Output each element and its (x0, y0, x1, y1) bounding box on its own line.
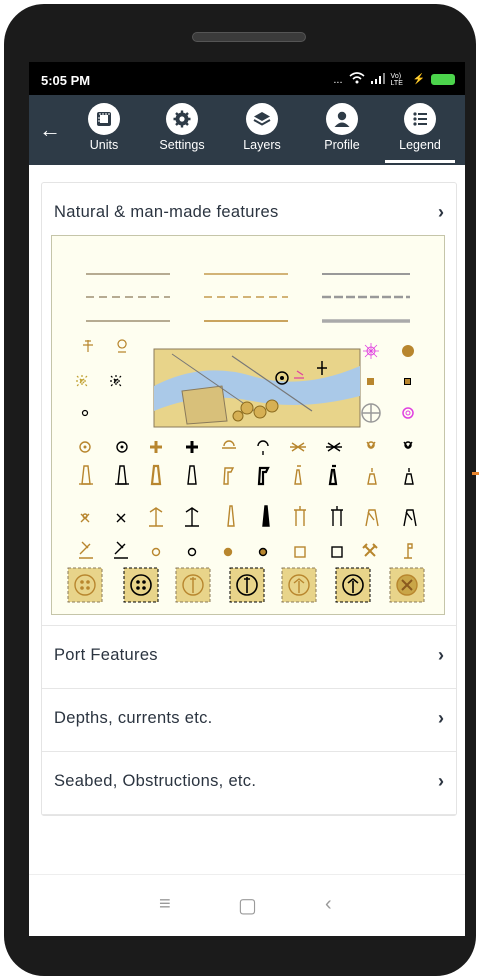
section-natural-features[interactable]: Natural & man-made features › (42, 183, 456, 235)
ruler-icon (88, 103, 120, 135)
edge-marker (472, 472, 479, 475)
natural-features-legend-image (51, 235, 445, 615)
toolbar-units-label: Units (89, 138, 119, 152)
section-label: Seabed, Obstructions, etc. (54, 772, 257, 790)
person-icon (326, 103, 358, 135)
section-label: Natural & man-made features (54, 203, 279, 221)
lte-badge: Vo) LTE (390, 72, 403, 87)
status-icons: ... Vo) LTE ⚡ (333, 72, 455, 87)
wifi-icon (349, 72, 365, 87)
legend-card: Natural & man-made features › Port Featu… (41, 182, 457, 816)
phone-frame: 5:05 PM ... Vo) LTE ⚡ ← Units Settings L… (4, 4, 476, 976)
menu-icon[interactable]: ≡ (159, 893, 171, 916)
chevron-right-icon: › (438, 202, 444, 222)
line-samples (86, 273, 410, 323)
toolbar-layers[interactable]: Layers (227, 103, 297, 152)
toolbar-settings-label: Settings (159, 138, 205, 152)
section-label: Port Features (54, 646, 158, 664)
charging-icon: ⚡ (412, 74, 425, 85)
arrow-left-icon[interactable]: ← (39, 117, 61, 143)
gear-icon (166, 103, 198, 135)
home-icon[interactable]: ▢ (238, 893, 257, 918)
toolbar-layers-label: Layers (243, 138, 281, 152)
chevron-right-icon: › (438, 708, 444, 728)
battery-icon (431, 74, 455, 85)
android-nav-bar: ≡ ▢ ‹ (29, 874, 465, 936)
cell-signal-icon (370, 72, 385, 87)
toolbar-legend[interactable]: Legend (385, 103, 455, 163)
chevron-right-icon: › (438, 645, 444, 665)
toolbar-profile[interactable]: Profile (307, 103, 377, 152)
chevron-right-icon: › (438, 771, 444, 791)
top-toolbar: ← Units Settings Layers Profile Legend (29, 95, 465, 165)
toolbar-profile-label: Profile (324, 138, 360, 152)
layers-icon (246, 103, 278, 135)
symbol-boxes (67, 567, 425, 603)
map-inset (153, 348, 361, 428)
section-label: Depths, currents etc. (54, 709, 213, 727)
divider (42, 615, 456, 626)
toolbar-settings[interactable]: Settings (147, 103, 217, 152)
earpiece-speaker (192, 32, 306, 42)
section-depths-currents[interactable]: Depths, currents etc. › (42, 689, 456, 752)
toolbar-legend-label: Legend (399, 138, 441, 152)
screen: 5:05 PM ... Vo) LTE ⚡ ← Units Settings L… (29, 62, 465, 936)
symbol-grid (79, 440, 417, 559)
left-symbols (76, 339, 127, 417)
toolbar-units[interactable]: Units (69, 103, 139, 152)
status-bar: 5:05 PM ... Vo) LTE ⚡ (29, 62, 465, 95)
section-seabed-obstructions[interactable]: Seabed, Obstructions, etc. › (42, 752, 456, 815)
more-icon: ... (333, 73, 343, 86)
list-icon (404, 103, 436, 135)
right-symbols (361, 343, 414, 423)
back-icon[interactable]: ‹ (325, 893, 332, 916)
status-time: 5:05 PM (41, 73, 91, 88)
section-port-features[interactable]: Port Features › (42, 626, 456, 689)
